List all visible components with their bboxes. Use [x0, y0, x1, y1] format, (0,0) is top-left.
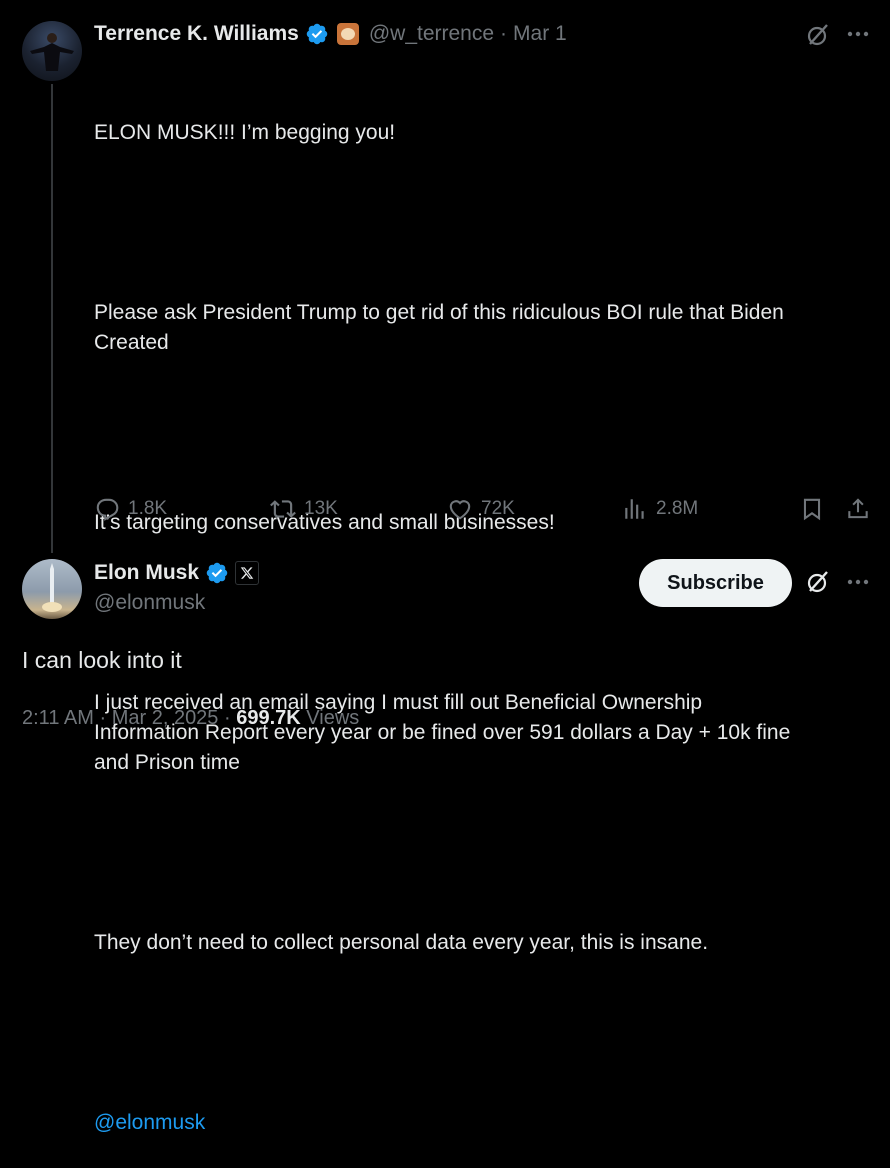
- tweet-line: Please ask President Trump to get rid of…: [94, 301, 784, 354]
- tweet-meta: 2:11 AM · Mar 2, 2025 · 699.7K Views: [22, 707, 359, 730]
- views-icon: [625, 499, 644, 519]
- more-icon[interactable]: [846, 26, 870, 42]
- tweet-date[interactable]: Mar 2, 2025: [112, 707, 219, 729]
- tweet-date[interactable]: Mar 1: [513, 22, 567, 46]
- author-handle[interactable]: @elonmusk: [94, 591, 205, 615]
- repost-count: 13K: [304, 498, 338, 519]
- repost-button[interactable]: 13K: [270, 496, 338, 522]
- more-icon[interactable]: [846, 574, 870, 590]
- tweet-text: I can look into it: [22, 647, 182, 673]
- tweet-line: ELON MUSK!!! I’m begging you!: [94, 121, 396, 144]
- reply-icon: [96, 498, 119, 521]
- like-count: 72K: [481, 498, 515, 519]
- verified-badge-icon: [206, 562, 228, 584]
- author-name[interactable]: Terrence K. Williams: [94, 22, 299, 46]
- like-button[interactable]: 72K: [447, 496, 515, 522]
- verified-badge-icon: [306, 23, 328, 45]
- main-header: Elon Musk: [94, 561, 260, 585]
- parent-header: Terrence K. Williams @w_terrence · Mar 1: [94, 22, 567, 46]
- tweet-time[interactable]: 2:11 AM: [22, 707, 94, 729]
- reply-count: 1.8K: [128, 498, 168, 519]
- like-icon: [449, 500, 471, 520]
- x-affiliate-icon[interactable]: [235, 561, 260, 585]
- tweet-body: ELON MUSK!!! I’m begging you! Please ask…: [94, 58, 874, 1168]
- avatar-elon[interactable]: [22, 559, 82, 619]
- author-handle[interactable]: @w_terrence: [369, 22, 494, 46]
- views-button[interactable]: 2.8M: [622, 496, 698, 522]
- thread-line: [51, 84, 53, 553]
- repost-icon: [270, 500, 296, 518]
- author-name[interactable]: Elon Musk: [94, 561, 199, 585]
- separator: ·: [99, 707, 107, 729]
- subscribe-button[interactable]: Subscribe: [639, 559, 792, 607]
- bookmark-icon[interactable]: [799, 496, 825, 522]
- views-count: 699.7K: [236, 707, 301, 729]
- grok-icon[interactable]: [805, 569, 831, 595]
- grok-icon[interactable]: [805, 22, 831, 48]
- emoji-badge-icon: [336, 23, 359, 45]
- views-label: Views: [306, 707, 360, 729]
- avatar-terrence[interactable]: [22, 21, 82, 81]
- tweet-line: They don’t need to collect personal data…: [94, 931, 709, 954]
- reply-button[interactable]: 1.8K: [94, 496, 167, 522]
- separator: ·: [500, 22, 508, 45]
- views-count: 2.8M: [656, 498, 699, 519]
- mention-link[interactable]: @elonmusk: [94, 1108, 874, 1138]
- share-icon[interactable]: [845, 496, 871, 522]
- separator: ·: [224, 707, 231, 729]
- tweet-line: I just received an email saying I must f…: [94, 691, 791, 774]
